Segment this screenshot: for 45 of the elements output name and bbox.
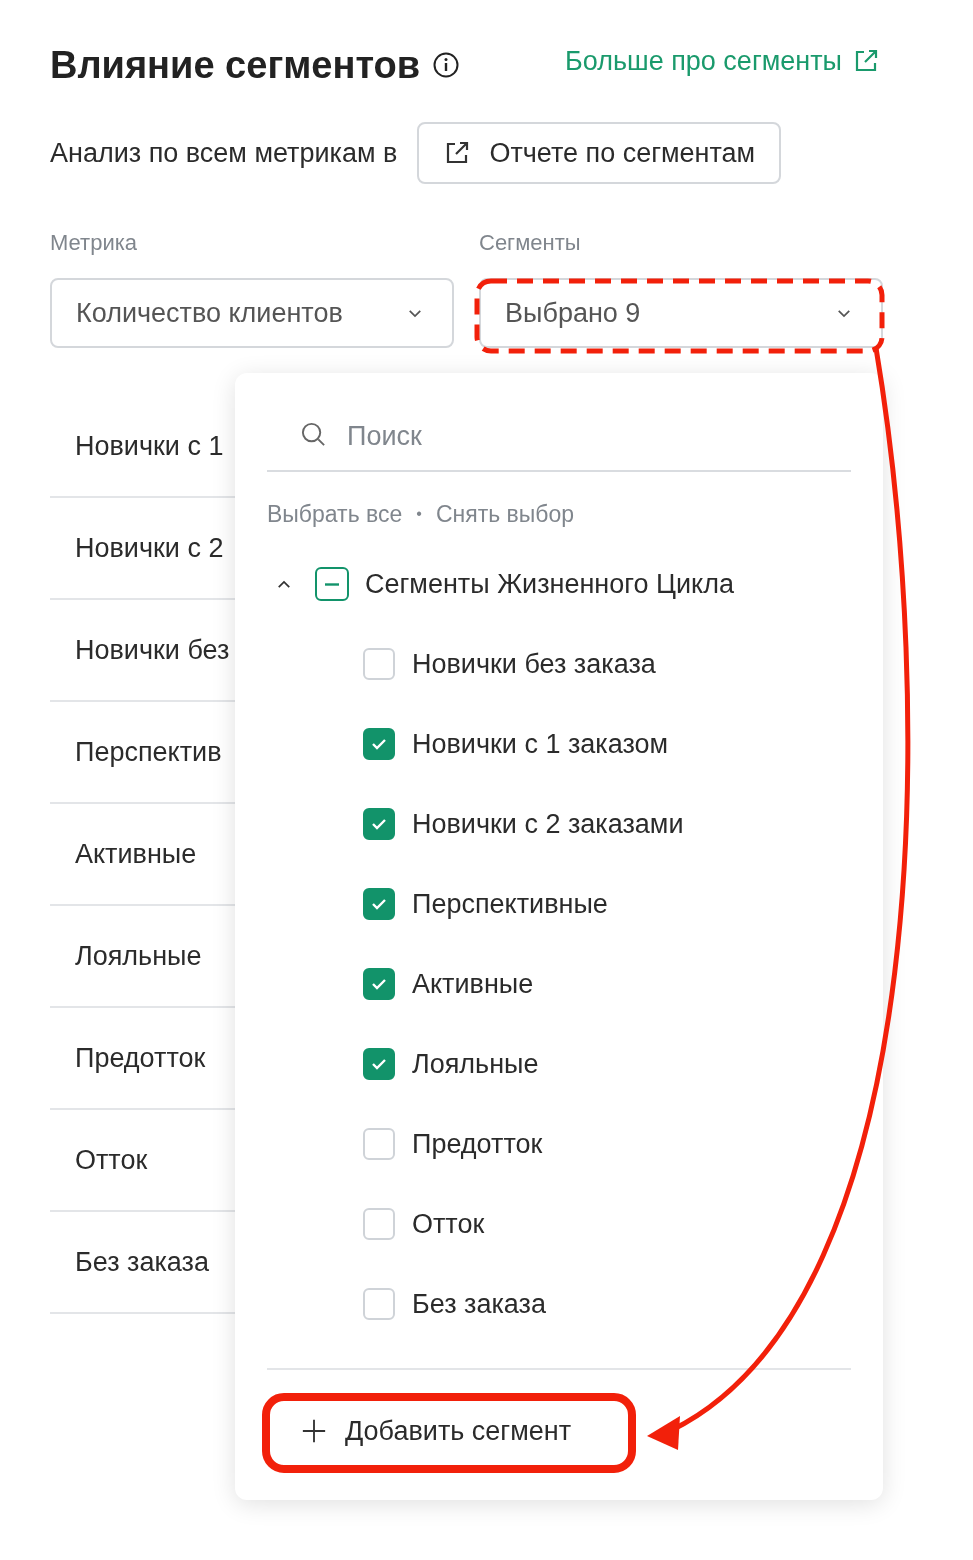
option-label: Перспективные	[412, 888, 608, 920]
search-icon	[300, 421, 327, 448]
field-label: Сегменты	[479, 230, 582, 257]
checkbox[interactable]	[315, 567, 349, 601]
separator-dot: •	[416, 505, 422, 523]
clear-selection-link[interactable]: Снять выбор	[435, 500, 575, 528]
minus-icon	[325, 582, 339, 586]
option-label: Предотток	[412, 1128, 543, 1160]
plus-icon	[301, 1418, 327, 1444]
report-button[interactable]: Отчете по сегментам	[417, 122, 782, 184]
select-field[interactable]: Количество клиентов	[50, 278, 454, 348]
checkbox[interactable]	[363, 888, 395, 920]
option-label: Без заказа	[412, 1288, 546, 1320]
segment-name: Отток	[75, 1144, 148, 1176]
chevron-down-icon	[837, 308, 851, 318]
checkbox[interactable]	[363, 968, 395, 1000]
group-label: Сегменты Жизненного Цикла	[365, 568, 734, 600]
field-label: Метрика	[50, 230, 139, 257]
segment-name: Новички с 1	[75, 430, 224, 462]
segment-name: Новички с 2	[75, 532, 224, 564]
select-all-link[interactable]: Выбрать все	[267, 500, 403, 528]
more-link[interactable]: Больше про сегменты	[565, 45, 880, 77]
chevron-down-icon	[408, 308, 422, 318]
option-label: Активные	[412, 968, 534, 1000]
option-label: Новички без заказа	[412, 648, 656, 680]
segment-name: Новички без	[75, 634, 230, 666]
option-label: Отток	[412, 1208, 485, 1240]
checkbox[interactable]	[363, 728, 395, 760]
option-label: Лояльные	[412, 1048, 539, 1080]
caret-icon[interactable]	[277, 579, 291, 589]
option-label: Новички с 2 заказами	[412, 808, 684, 840]
segment-name: Лояльные	[75, 940, 202, 972]
segment-name: Предотток	[75, 1042, 206, 1074]
analysis-text: Анализ по всем метрикам в	[50, 137, 398, 169]
segment-name: Перспектив	[75, 736, 222, 768]
page-title: Влияние сегментов	[50, 43, 421, 87]
info-icon[interactable]	[432, 51, 461, 79]
segment-name: Активные	[75, 838, 197, 870]
add-segment-button[interactable]: Добавить сегмент	[301, 1406, 572, 1456]
segment-name: Без заказа	[75, 1246, 209, 1278]
option-label: Новички с 1 заказом	[412, 728, 669, 760]
checkbox[interactable]	[363, 808, 395, 840]
checkbox[interactable]	[363, 1048, 395, 1080]
search-field[interactable]: Поиск	[267, 402, 851, 472]
select-field[interactable]: Выбрано 9	[479, 278, 883, 348]
